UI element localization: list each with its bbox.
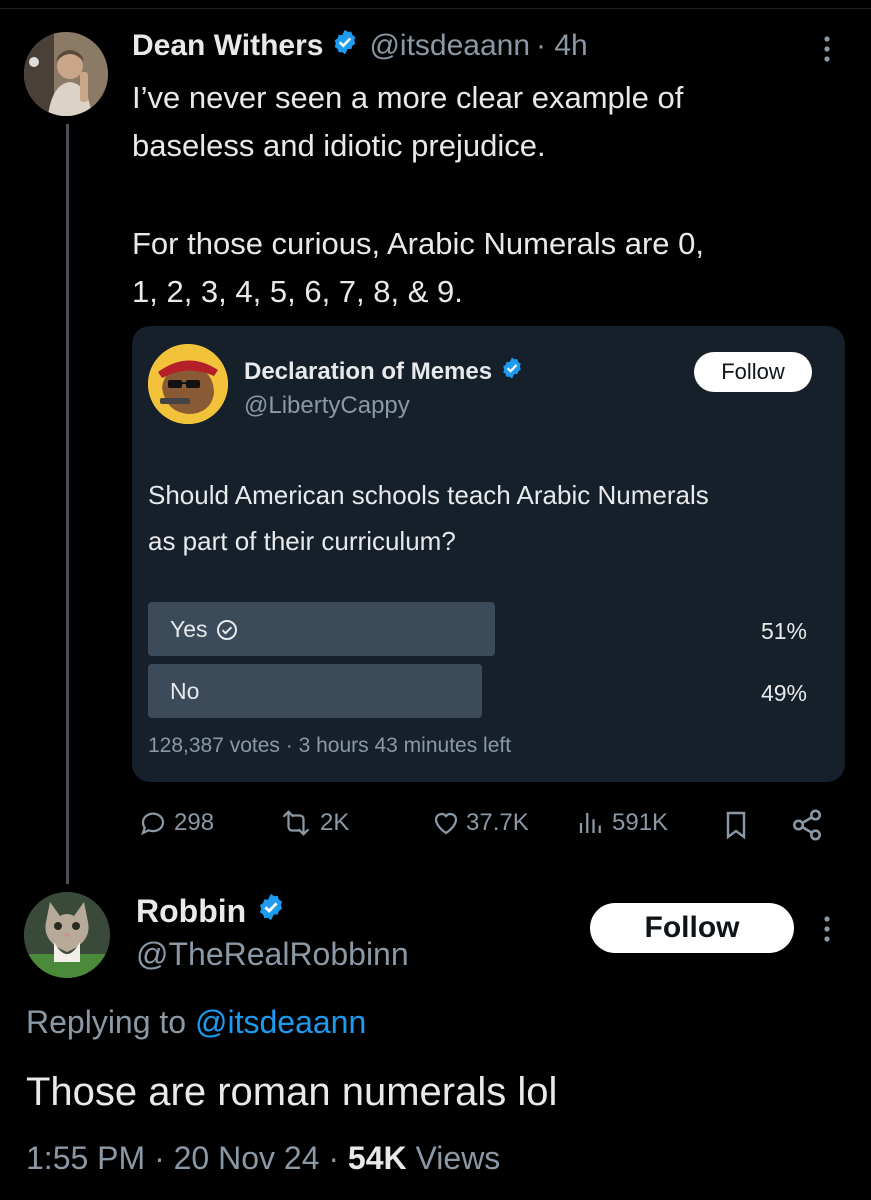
author-name[interactable]: Dean Withers bbox=[132, 29, 323, 63]
share-button[interactable] bbox=[790, 808, 828, 842]
reply-count: 298 bbox=[174, 809, 215, 836]
poll-option-yes: Yes bbox=[170, 616, 238, 643]
repost-button[interactable]: 2K bbox=[276, 808, 349, 838]
like-button[interactable]: 37.7K bbox=[430, 808, 529, 838]
poll-percent-yes: 51% bbox=[760, 618, 807, 644]
quoted-avatar[interactable] bbox=[148, 344, 228, 424]
reply-avatar[interactable] bbox=[24, 892, 110, 978]
reply-header: Robbin bbox=[136, 892, 286, 930]
poll-option-label: No bbox=[170, 678, 200, 704]
bookmark-button[interactable] bbox=[720, 808, 756, 842]
top-divider bbox=[0, 8, 871, 9]
repost-count: 2K bbox=[320, 809, 350, 836]
quoted-follow-button[interactable]: Follow bbox=[694, 352, 812, 392]
reply-views-count: 54K bbox=[347, 1140, 407, 1176]
reply-icon bbox=[141, 812, 165, 836]
verified-badge-icon bbox=[500, 356, 524, 387]
quoted-author-handle[interactable]: @LibertyCappy bbox=[244, 392, 410, 420]
poll-option-no: No bbox=[170, 678, 199, 705]
more-options-icon[interactable] bbox=[820, 914, 834, 944]
verified-badge-icon bbox=[331, 28, 359, 64]
reply-text: Those are roman numerals lol bbox=[26, 1070, 558, 1114]
poll-meta: 128,387 votes · 3 hours 43 minutes left bbox=[148, 734, 512, 757]
verified-badge-icon bbox=[256, 892, 286, 930]
tweet-time[interactable]: · 4h bbox=[536, 29, 588, 63]
reply-views-label: Views bbox=[415, 1140, 501, 1176]
views-count: 591K bbox=[612, 809, 669, 836]
tweet-text-paragraph-1: I’ve never seen a more clear example of … bbox=[132, 80, 684, 163]
reply-timestamp[interactable]: 1:55 PM · 20 Nov 24 · bbox=[26, 1140, 339, 1176]
replying-to-handle[interactable]: @itsdeaann bbox=[195, 1004, 366, 1040]
repost-icon bbox=[282, 810, 310, 836]
quoted-tweet-card[interactable]: Declaration of Memes @LibertyCappy Follo… bbox=[132, 326, 845, 782]
tweet-text-paragraph-2: For those curious, Arabic Numerals are 0… bbox=[132, 226, 705, 309]
reply-button[interactable]: 298 bbox=[136, 808, 214, 838]
thread-line bbox=[66, 124, 69, 884]
tweet-header: Dean Withers @itsdeaann · 4h bbox=[132, 28, 588, 64]
heart-icon bbox=[434, 812, 458, 835]
checkmark-circle-icon bbox=[216, 619, 238, 641]
author-handle[interactable]: @itsdeaann bbox=[369, 29, 530, 63]
reply-meta: 1:55 PM · 20 Nov 24 · 54K Views bbox=[26, 1140, 500, 1177]
views-button[interactable]: 591K bbox=[574, 808, 668, 838]
avatar[interactable] bbox=[24, 32, 108, 116]
views-chart-icon bbox=[579, 813, 601, 833]
like-count: 37.7K bbox=[466, 809, 529, 836]
poll-option-label: Yes bbox=[170, 616, 208, 642]
replying-to: Replying to @itsdeaann bbox=[26, 1004, 366, 1041]
quoted-author-name[interactable]: Declaration of Memes bbox=[244, 358, 492, 386]
bookmark-icon bbox=[726, 811, 746, 840]
poll-question: Should American schools teach Arabic Num… bbox=[148, 480, 709, 556]
share-icon bbox=[792, 809, 822, 841]
poll-percent-no: 49% bbox=[760, 680, 807, 706]
replying-prefix: Replying to bbox=[26, 1004, 187, 1040]
reply-follow-button[interactable]: Follow bbox=[590, 903, 794, 953]
reply-author-name[interactable]: Robbin bbox=[136, 893, 246, 930]
more-options-icon[interactable] bbox=[820, 34, 834, 64]
quoted-header: Declaration of Memes bbox=[244, 356, 524, 387]
reply-author-handle[interactable]: @TheRealRobbinn bbox=[136, 936, 409, 973]
